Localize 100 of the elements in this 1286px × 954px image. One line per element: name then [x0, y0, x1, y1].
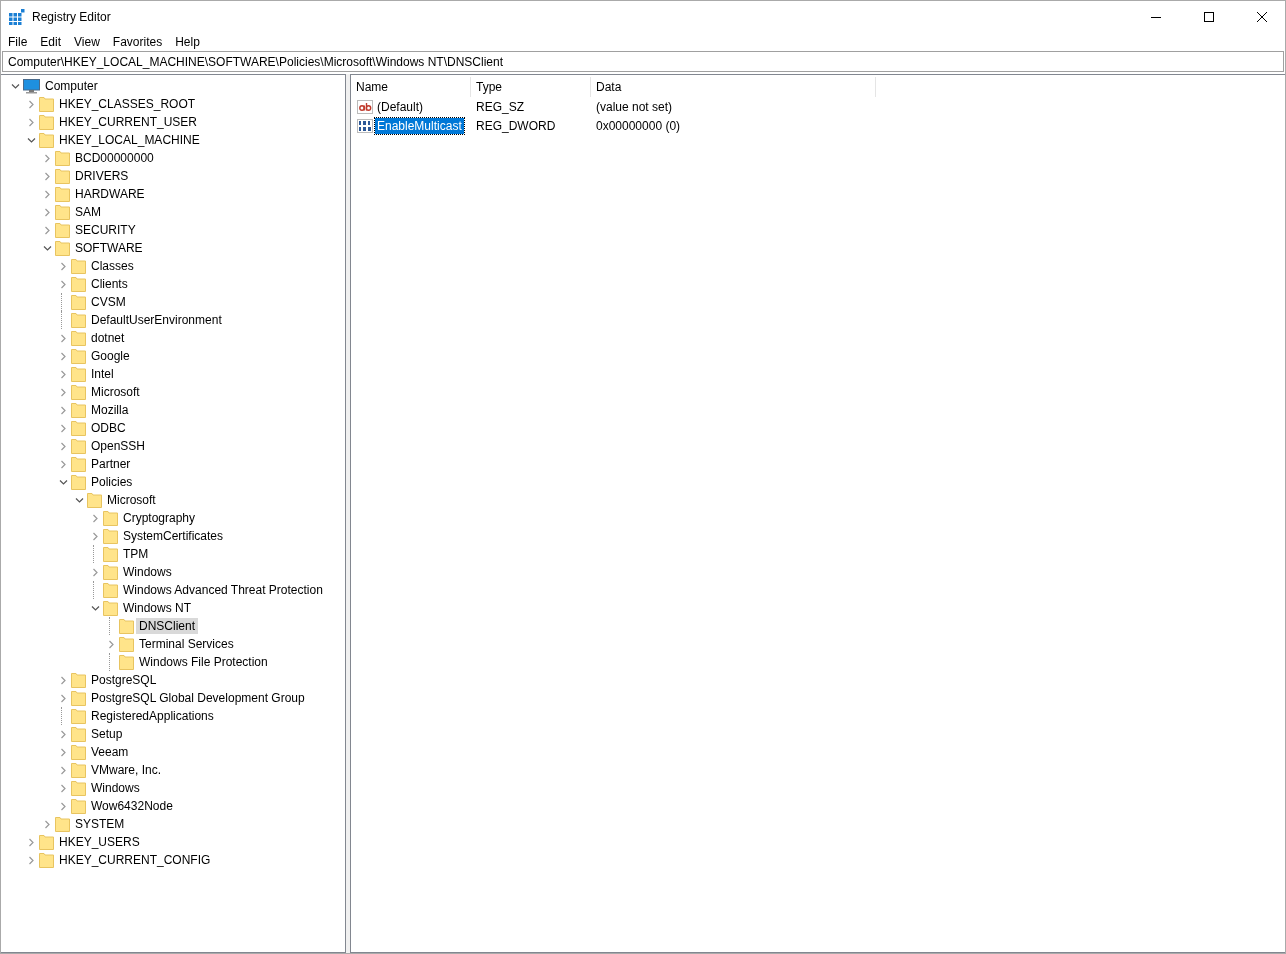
- folder-icon: [71, 384, 86, 400]
- tree-item[interactable]: Intel: [88, 366, 117, 382]
- folder-icon: [39, 114, 54, 130]
- folder-icon: [71, 744, 86, 760]
- window-title: Registry Editor: [32, 9, 112, 24]
- menu-item[interactable]: File: [2, 32, 35, 51]
- binary-value-icon: [357, 118, 373, 133]
- tree-item[interactable]: Windows Advanced Threat Protection: [120, 582, 326, 598]
- folder-icon: [71, 294, 86, 310]
- folder-icon: [39, 834, 54, 850]
- tree-item[interactable]: TPM: [120, 546, 152, 562]
- tree-item[interactable]: Google: [88, 348, 133, 364]
- folder-icon: [71, 780, 86, 796]
- tree-item[interactable]: DNSClient: [136, 618, 198, 634]
- folder-icon: [87, 492, 102, 508]
- tree-item[interactable]: OpenSSH: [88, 438, 149, 454]
- folder-icon: [103, 510, 118, 526]
- tree-item[interactable]: VMware, Inc.: [88, 762, 165, 778]
- tree-item[interactable]: HKEY_LOCAL_MACHINE: [56, 132, 203, 148]
- folder-icon: [39, 132, 54, 148]
- menu-item[interactable]: Edit: [34, 32, 69, 51]
- tree-item[interactable]: ODBC: [88, 420, 129, 436]
- folder-icon: [71, 762, 86, 778]
- folder-icon: [71, 474, 86, 490]
- tree-item[interactable]: SAM: [72, 204, 104, 220]
- folder-icon: [103, 582, 118, 598]
- tree-item[interactable]: Setup: [88, 726, 126, 742]
- menu-item[interactable]: Favorites: [106, 32, 170, 51]
- folder-icon: [71, 312, 86, 328]
- menu-item[interactable]: View: [68, 32, 107, 51]
- tree-item[interactable]: RegisteredApplications: [88, 708, 217, 724]
- folder-icon: [71, 402, 86, 418]
- value-data: (value not set): [595, 99, 674, 114]
- folder-icon: [71, 348, 86, 364]
- tree-item[interactable]: DefaultUserEnvironment: [88, 312, 225, 328]
- folder-icon: [103, 546, 118, 562]
- registry-editor-icon: [9, 8, 25, 25]
- folder-icon: [39, 852, 54, 868]
- tree-item[interactable]: Clients: [88, 276, 131, 292]
- folder-icon: [55, 816, 70, 832]
- folder-icon: [71, 420, 86, 436]
- tree-item[interactable]: Partner: [88, 456, 134, 472]
- tree-item[interactable]: SECURITY: [72, 222, 139, 238]
- string-value-icon: [357, 99, 373, 114]
- tree-item[interactable]: Veeam: [88, 744, 132, 760]
- folder-icon: [55, 186, 70, 202]
- folder-icon: [55, 150, 70, 166]
- folder-icon: [71, 798, 86, 814]
- tree-item[interactable]: Terminal Services: [136, 636, 237, 652]
- maximize-icon: [1204, 11, 1214, 22]
- tree-item[interactable]: CVSM: [88, 294, 129, 310]
- folder-icon: [103, 528, 118, 544]
- tree-item[interactable]: Windows: [88, 780, 143, 796]
- folder-icon: [71, 690, 86, 706]
- tree-item[interactable]: Windows: [120, 564, 175, 580]
- tree-item[interactable]: DRIVERS: [72, 168, 132, 184]
- folder-icon: [55, 222, 70, 238]
- folder-icon: [71, 258, 86, 274]
- folder-icon: [55, 168, 70, 184]
- tree-item[interactable]: Microsoft: [104, 492, 159, 508]
- tree-item[interactable]: Windows NT: [120, 600, 194, 616]
- computer-icon: [23, 78, 40, 94]
- folder-icon: [71, 438, 86, 454]
- folder-icon: [71, 672, 86, 688]
- folder-icon: [103, 564, 118, 580]
- value-type: REG_SZ: [475, 99, 525, 114]
- tree-item[interactable]: Wow6432Node: [88, 798, 176, 814]
- folder-icon: [55, 204, 70, 220]
- tree-item[interactable]: HKEY_CURRENT_CONFIG: [56, 852, 214, 868]
- tree-item[interactable]: HKEY_CURRENT_USER: [56, 114, 201, 130]
- tree-item[interactable]: HKEY_CLASSES_ROOT: [56, 96, 199, 112]
- tree-item[interactable]: BCD00000000: [72, 150, 157, 166]
- address-bar[interactable]: Computer\HKEY_LOCAL_MACHINE\SOFTWARE\Policies\Microsoft\Windows NT\DNSClient: [2, 51, 1284, 72]
- value-name[interactable]: (Default): [375, 98, 425, 115]
- value-data: 0x00000000 (0): [595, 118, 682, 133]
- tree-item[interactable]: SOFTWARE: [72, 240, 146, 256]
- value-type: REG_DWORD: [475, 118, 557, 133]
- folder-icon: [39, 96, 54, 112]
- tree-item[interactable]: SystemCertificates: [120, 528, 227, 544]
- tree-item[interactable]: Policies: [88, 474, 136, 490]
- folder-icon: [71, 726, 86, 742]
- tree-item[interactable]: Windows File Protection: [136, 654, 271, 670]
- folder-icon: [55, 240, 70, 256]
- tree-item[interactable]: SYSTEM: [72, 816, 128, 832]
- folder-icon: [71, 366, 86, 382]
- tree-item[interactable]: PostgreSQL Global Development Group: [88, 690, 308, 706]
- tree-item[interactable]: dotnet: [88, 330, 128, 346]
- folder-icon: [119, 636, 134, 652]
- tree-item[interactable]: Mozilla: [88, 402, 132, 418]
- tree-item[interactable]: HKEY_USERS: [56, 834, 143, 850]
- tree-item[interactable]: PostgreSQL: [88, 672, 160, 688]
- tree-item[interactable]: Microsoft: [88, 384, 143, 400]
- folder-icon: [71, 330, 86, 346]
- tree-item[interactable]: Computer: [42, 78, 101, 94]
- value-name[interactable]: EnableMulticast: [375, 117, 464, 134]
- tree-item[interactable]: Cryptography: [120, 510, 199, 526]
- tree-item[interactable]: HARDWARE: [72, 186, 148, 202]
- menu-item[interactable]: Help: [169, 32, 207, 51]
- folder-icon: [71, 456, 86, 472]
- tree-item[interactable]: Classes: [88, 258, 137, 274]
